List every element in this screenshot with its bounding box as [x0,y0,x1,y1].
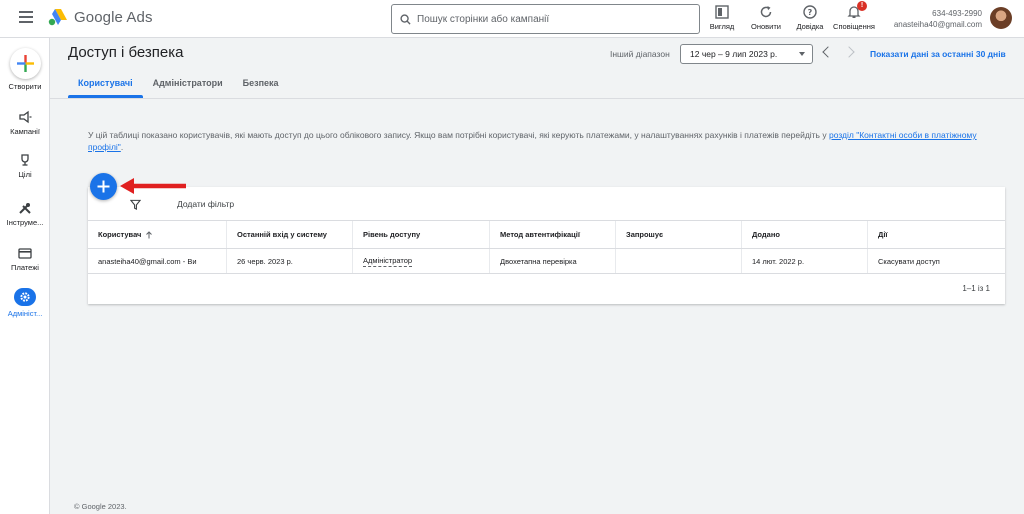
next-range-icon[interactable] [843,46,855,58]
revoke-access-link[interactable]: Скасувати доступ [868,249,1005,273]
add-user-button[interactable] [90,173,117,200]
notification-badge: ! [857,1,867,11]
help-button[interactable]: ? Довідка [788,0,832,38]
date-range-label: Інший діапазон [610,49,670,59]
cell-access-level[interactable]: Адміністратор [353,249,490,273]
pagination: 1–1 із 1 [962,284,990,293]
cell-last-login: 26 черв. 2023 р. [227,249,353,273]
sidebar-item-admin[interactable]: Адмініст... [0,288,50,318]
sidebar-item-label: Інструме... [6,218,44,227]
info-body: У цій таблиці показано користувачів, які… [88,130,829,140]
column-header-access-level[interactable]: Рівень доступу [353,221,490,248]
card-icon [18,248,32,259]
top-bar: Google Ads Пошук сторінки або кампанії В… [0,0,1024,38]
table-header: Користувач Останній вхід у систему Рівен… [88,221,1005,249]
sidebar-item-label: Адмініст... [7,309,43,318]
avatar[interactable] [990,7,1012,29]
date-range-select[interactable]: 12 чер – 9 лип 2023 р. [680,44,813,64]
view-icon [715,5,729,19]
cell-user: anasteiha40@gmail.com - Ви [88,249,227,273]
account-id: 634-493-2990 [932,9,982,18]
search-input[interactable]: Пошук сторінки або кампанії [391,4,700,34]
table-row: anasteiha40@gmail.com - Ви 26 черв. 2023… [88,249,1005,274]
svg-text:?: ? [808,8,813,17]
sidebar-item-label: Кампанії [10,127,40,136]
search-icon [400,13,411,25]
plus-icon [17,55,34,72]
refresh-icon [760,6,772,18]
account-email: anasteiha40@gmail.com [893,20,982,29]
page-title: Доступ і безпека [68,44,184,61]
bell-icon: ! [847,1,867,19]
tab-admins[interactable]: Адміністратори [143,72,233,98]
plus-icon [97,180,110,193]
menu-icon[interactable] [19,11,33,23]
date-range-value: 12 чер – 9 лип 2023 р. [690,49,778,59]
tab-bar: Користувачі Адміністратори Безпека [68,72,289,98]
filter-bar: Додати фільтр [88,187,1005,221]
sidebar-item-tools[interactable]: Інструме... [0,201,50,227]
info-text: У цій таблиці показано користувачів, які… [88,129,1003,153]
sidebar-item-campaigns[interactable]: Кампанії [0,110,50,136]
google-ads-logo[interactable]: Google Ads [48,8,153,26]
logo-text: Google Ads [74,8,153,26]
column-header-invited-by[interactable]: Запрошує [616,221,742,248]
account-info[interactable]: 634-493-2990 anasteiha40@gmail.com [894,8,982,30]
tab-users[interactable]: Користувачі [68,72,143,98]
footer-copyright: © Google 2023. [74,502,127,511]
cell-auth-method: Двохетапна перевірка [490,249,616,273]
notifications-button[interactable]: ! Сповіщення [832,0,876,38]
prev-range-icon[interactable] [822,46,834,58]
column-header-last-login[interactable]: Останній вхід у систему [227,221,353,248]
column-header-added[interactable]: Додано [742,221,868,248]
annotation-arrow [120,178,186,194]
view-label: Вигляд [709,22,735,31]
refresh-button[interactable]: Оновити [744,0,788,38]
last-30-days-link[interactable]: Показати дані за останні 30 днів [870,49,1006,59]
column-label: Користувач [98,230,142,239]
help-label: Довідка [796,22,824,31]
access-level-value[interactable]: Адміністратор [363,256,413,267]
sidebar-item-billing[interactable]: Платежі [0,246,50,272]
filter-icon[interactable] [130,199,141,210]
column-header-actions: Дії [878,230,888,239]
create-button[interactable] [10,48,41,79]
notifications-label: Сповіщення [833,22,875,31]
gear-icon [20,292,30,302]
sidebar-item-label: Цілі [18,170,32,179]
sort-arrow-up-icon [146,230,153,238]
column-header-auth-method[interactable]: Метод автентифікації [490,221,616,248]
view-button[interactable]: Вигляд [700,0,744,38]
cell-invited-by [616,249,742,273]
refresh-label: Оновити [751,22,781,31]
chevron-down-icon [799,52,805,56]
ads-logo-icon [48,9,67,26]
cell-added: 14 лют. 2022 р. [742,249,868,273]
megaphone-icon [19,110,32,124]
add-filter-button[interactable]: Додати фільтр [177,199,234,209]
info-end: . [120,142,124,152]
search-placeholder: Пошук сторінки або кампанії [417,13,550,25]
users-table: Додати фільтр Користувач Останній вхід у… [88,187,1005,304]
tools-icon [19,203,31,214]
help-icon: ? [803,5,817,19]
tab-security[interactable]: Безпека [233,72,289,98]
create-label: Створити [8,82,42,91]
left-nav: Створити Кампанії Цілі Інструме... Плате… [0,38,50,514]
admin-pill [14,288,36,306]
sidebar-item-label: Платежі [11,263,39,272]
trophy-icon [21,154,29,166]
column-header-user[interactable]: Користувач [88,221,227,248]
sidebar-item-goals[interactable]: Цілі [0,153,50,179]
tab-divider [50,98,1024,99]
